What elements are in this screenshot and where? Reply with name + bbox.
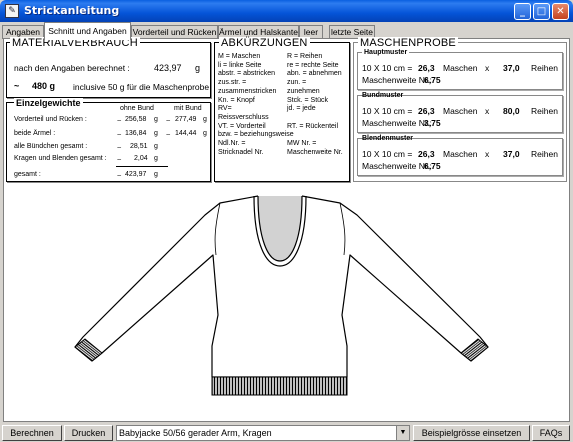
tab-schnitt-und-angaben[interactable]: Schnitt und Angaben <box>44 22 131 40</box>
close-button[interactable]: ✕ <box>552 3 569 20</box>
title-bar: ✎ Strickanleitung _ □ ✕ <box>0 0 573 22</box>
sweater-drawing <box>74 195 489 396</box>
maximize-button[interactable]: □ <box>533 3 550 20</box>
faqs-button[interactable]: FAQs <box>532 425 570 441</box>
pattern-select[interactable]: Babyjacke 50/56 gerader Arm, Kragen ▼ <box>116 425 410 441</box>
content-area: MATERIALVERBRAUCH nach den Angaben berec… <box>3 37 570 422</box>
tab-vorderteil-und-ruecken[interactable]: Vorderteil und Rücken <box>131 25 218 39</box>
pattern-select-value: Babyjacke 50/56 gerader Arm, Kragen <box>119 428 272 438</box>
hem-band <box>211 376 348 396</box>
chevron-down-icon[interactable]: ▼ <box>396 426 409 440</box>
bottom-toolbar: Berechnen Drucken Babyjacke 50/56 gerade… <box>0 422 573 442</box>
berechnen-button[interactable]: Berechnen <box>2 425 62 441</box>
beispielgroesse-button[interactable]: Beispielgrösse einsetzen <box>413 425 530 441</box>
app-icon: ✎ <box>5 4 19 18</box>
minimize-button[interactable]: _ <box>514 3 531 20</box>
drucken-button[interactable]: Drucken <box>64 425 113 441</box>
window-title: Strickanleitung <box>24 4 120 17</box>
